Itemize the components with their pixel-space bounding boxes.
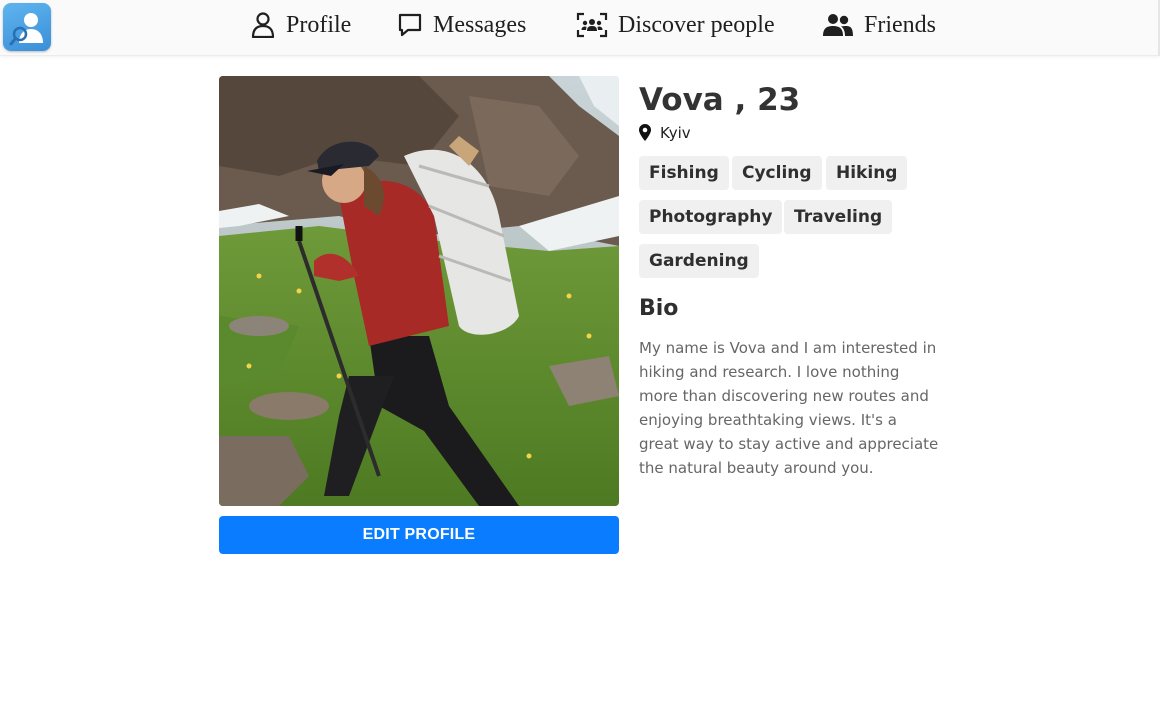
nav-profile-label: Profile: [286, 12, 352, 38]
location-pin-icon: [639, 124, 651, 142]
discover-people-icon: [576, 12, 608, 38]
interest-tag-hiking: Hiking: [826, 156, 908, 190]
top-navbar: Profile Messages Discover people Friends: [0, 0, 1160, 56]
nav-friends[interactable]: Friends: [822, 10, 936, 40]
nav-messages[interactable]: Messages: [397, 10, 526, 40]
nav-discover-people[interactable]: Discover people: [576, 10, 775, 40]
interest-tag-gardening: Gardening: [639, 244, 759, 278]
nav-profile[interactable]: Profile: [250, 10, 351, 40]
interest-tag-traveling: Traveling: [784, 200, 893, 234]
bio-text: My name is Vova and I am interested in h…: [639, 339, 939, 477]
interest-tag-fishing: Fishing: [639, 156, 729, 190]
user-outline-icon: [250, 12, 276, 38]
nav-messages-label: Messages: [433, 12, 527, 38]
profile-photo: [219, 76, 619, 506]
bio-heading: Bio: [639, 296, 679, 321]
edit-profile-button[interactable]: EDIT PROFILE: [219, 516, 619, 554]
profile-location: Kyiv: [639, 124, 691, 142]
app-logo-icon[interactable]: [3, 3, 51, 51]
interest-tag-photography: Photography: [639, 200, 783, 234]
friends-icon: [822, 12, 854, 38]
location-city: Kyiv: [660, 124, 691, 142]
chat-bubble-icon: [397, 12, 423, 38]
nav-friends-label: Friends: [864, 12, 936, 38]
profile-name: Vova , 23: [639, 82, 801, 118]
nav-discover-people-label: Discover people: [618, 12, 775, 38]
interest-tag-cycling: Cycling: [732, 156, 822, 190]
